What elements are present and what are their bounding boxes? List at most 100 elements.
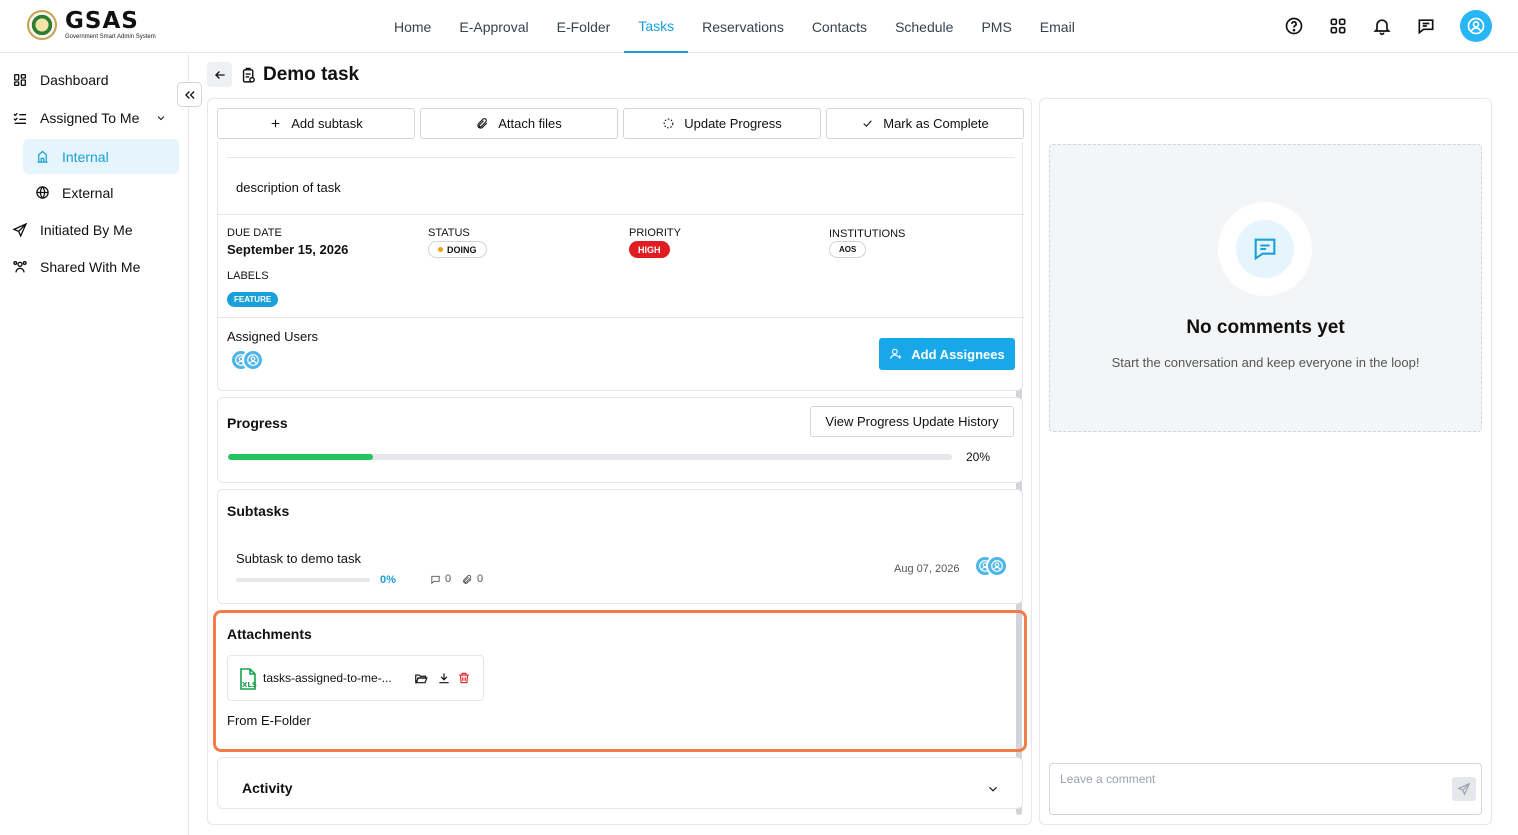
- chevron-down-icon[interactable]: [986, 782, 1000, 796]
- mark-complete-button[interactable]: Mark as Complete: [826, 108, 1024, 139]
- download-icon[interactable]: [437, 671, 451, 685]
- progress-bar-fill: [228, 454, 373, 460]
- paperclip-icon: [463, 574, 472, 584]
- chevron-down-icon: [158, 116, 165, 121]
- loader-icon: [663, 118, 674, 129]
- status-dot-icon: [438, 247, 443, 252]
- nav-item-reservations[interactable]: Reservations: [688, 0, 798, 53]
- dashboard-icon: [13, 74, 26, 86]
- status-badge: DOING: [428, 241, 487, 258]
- app-logo[interactable]: GSAS Government Smart Admin System: [27, 10, 156, 40]
- sidebar-item-shared-with-me[interactable]: Shared With Me: [12, 259, 140, 275]
- progress-bar-track: [228, 454, 952, 460]
- comment-input[interactable]: [1060, 772, 1440, 786]
- send-comment-button[interactable]: [1452, 777, 1476, 801]
- assignee-avatar[interactable]: [986, 555, 1008, 577]
- user-plus-icon: [890, 348, 902, 359]
- nav-item-email[interactable]: Email: [1026, 0, 1089, 53]
- sidebar-item-label: External: [62, 184, 114, 201]
- view-progress-history-button[interactable]: View Progress Update History: [810, 406, 1014, 437]
- comment-count: 0: [445, 573, 452, 585]
- button-label: Add subtask: [291, 116, 363, 131]
- sidebar-item-external[interactable]: External: [23, 175, 179, 210]
- attach-files-button[interactable]: Attach files: [420, 108, 618, 139]
- subtask-row[interactable]: Subtask to demo task 0% 0 0 Aug 07, 2026: [218, 540, 1024, 602]
- nav-item-home[interactable]: Home: [380, 0, 445, 53]
- progress-title: Progress: [227, 415, 288, 431]
- page-title-text: Demo task: [263, 64, 360, 85]
- attachments-title: Attachments: [227, 626, 312, 642]
- bell-icon[interactable]: [1372, 16, 1392, 36]
- user-icon: [247, 354, 259, 366]
- no-comments-title: No comments yet: [1186, 317, 1345, 338]
- subtasks-title: Subtasks: [227, 503, 290, 519]
- sidebar-item-assigned-to-me[interactable]: Assigned To Me: [12, 110, 167, 126]
- subtask-date: Aug 07, 2026: [894, 563, 960, 575]
- labels-label: LABELS: [227, 270, 269, 282]
- subtask-progress-bar: [236, 578, 370, 582]
- task-actions-toolbar: Add subtask Attach files Update Progress…: [217, 108, 1024, 139]
- user-avatar[interactable]: [1460, 10, 1492, 42]
- institutions-label: INSTITUTIONS: [829, 228, 906, 240]
- add-subtask-button[interactable]: Add subtask: [217, 108, 415, 139]
- nav-item-pms[interactable]: PMS: [967, 0, 1025, 53]
- nav-item-e-folder[interactable]: E-Folder: [543, 0, 625, 53]
- users-icon: [13, 261, 27, 273]
- status-label: STATUS: [428, 227, 470, 239]
- sidebar: Dashboard Assigned To Me Internal Extern…: [0, 54, 189, 835]
- from-efolder-label: From E-Folder: [227, 713, 311, 728]
- due-date-value: September 15, 2026: [227, 242, 349, 257]
- page-title: Demo task: [240, 64, 359, 86]
- sidebar-item-initiated-by-me[interactable]: Initiated By Me: [12, 222, 133, 238]
- list-check-icon: [13, 112, 26, 124]
- task-description: description of task: [236, 180, 341, 195]
- sidebar-item-label: Internal: [62, 148, 109, 165]
- logo-name: GSAS: [65, 8, 139, 34]
- attachment-file-name: tasks-assigned-to-me-...: [263, 671, 392, 685]
- task-clipboard-icon: [242, 67, 255, 83]
- progress-percent: 20%: [966, 450, 991, 464]
- nav-item-tasks[interactable]: Tasks: [624, 0, 689, 53]
- comment-composer: [1049, 763, 1482, 815]
- sidebar-item-label: Initiated By Me: [40, 222, 133, 238]
- chat-icon[interactable]: [1416, 16, 1436, 36]
- button-label: Mark as Complete: [883, 116, 989, 131]
- plus-icon: [271, 119, 280, 128]
- subtasks-card: Subtasks Subtask to demo task 0% 0 0 Aug…: [217, 489, 1023, 604]
- subtask-name: Subtask to demo task: [236, 551, 362, 566]
- nav-item-schedule[interactable]: Schedule: [881, 0, 967, 53]
- sidebar-item-dashboard[interactable]: Dashboard: [12, 72, 109, 88]
- help-icon[interactable]: [1284, 16, 1304, 36]
- institution-badge: AOS: [829, 241, 867, 258]
- globe-icon: [36, 186, 49, 199]
- sidebar-item-internal[interactable]: Internal: [23, 139, 179, 174]
- collapse-sidebar-button[interactable]: [177, 82, 202, 107]
- trash-icon[interactable]: [457, 671, 471, 685]
- send-icon: [12, 222, 28, 238]
- building-icon: [37, 150, 48, 163]
- attachment-file-card[interactable]: XLS tasks-assigned-to-me-...: [227, 655, 484, 701]
- add-assignees-button[interactable]: Add Assignees: [879, 338, 1015, 370]
- activity-card[interactable]: Activity: [217, 757, 1023, 809]
- chevrons-left-icon: [184, 90, 195, 99]
- government-seal-icon: [27, 10, 57, 40]
- nav-item-e-approval[interactable]: E-Approval: [445, 0, 542, 53]
- top-navbar: GSAS Government Smart Admin System Home E…: [0, 0, 1518, 53]
- assignee-avatar[interactable]: [242, 349, 264, 371]
- back-button[interactable]: [207, 62, 232, 87]
- button-label: Add Assignees: [911, 346, 1005, 362]
- button-label: Update Progress: [684, 116, 782, 131]
- xls-file-icon: XLS: [240, 668, 257, 690]
- feature-label-badge: FEATURE: [227, 292, 279, 307]
- priority-badge: HIGH: [629, 241, 670, 258]
- update-progress-button[interactable]: Update Progress: [623, 108, 821, 139]
- check-icon: [863, 120, 872, 127]
- folder-open-icon[interactable]: [414, 671, 428, 685]
- empty-comments-illustration: [1218, 202, 1312, 296]
- status-text: DOING: [447, 244, 477, 255]
- assigned-users-avatars: [230, 349, 264, 371]
- comment-icon: [431, 575, 440, 584]
- apps-grid-icon[interactable]: [1328, 16, 1348, 36]
- nav-item-contacts[interactable]: Contacts: [798, 0, 881, 53]
- activity-title: Activity: [242, 780, 293, 796]
